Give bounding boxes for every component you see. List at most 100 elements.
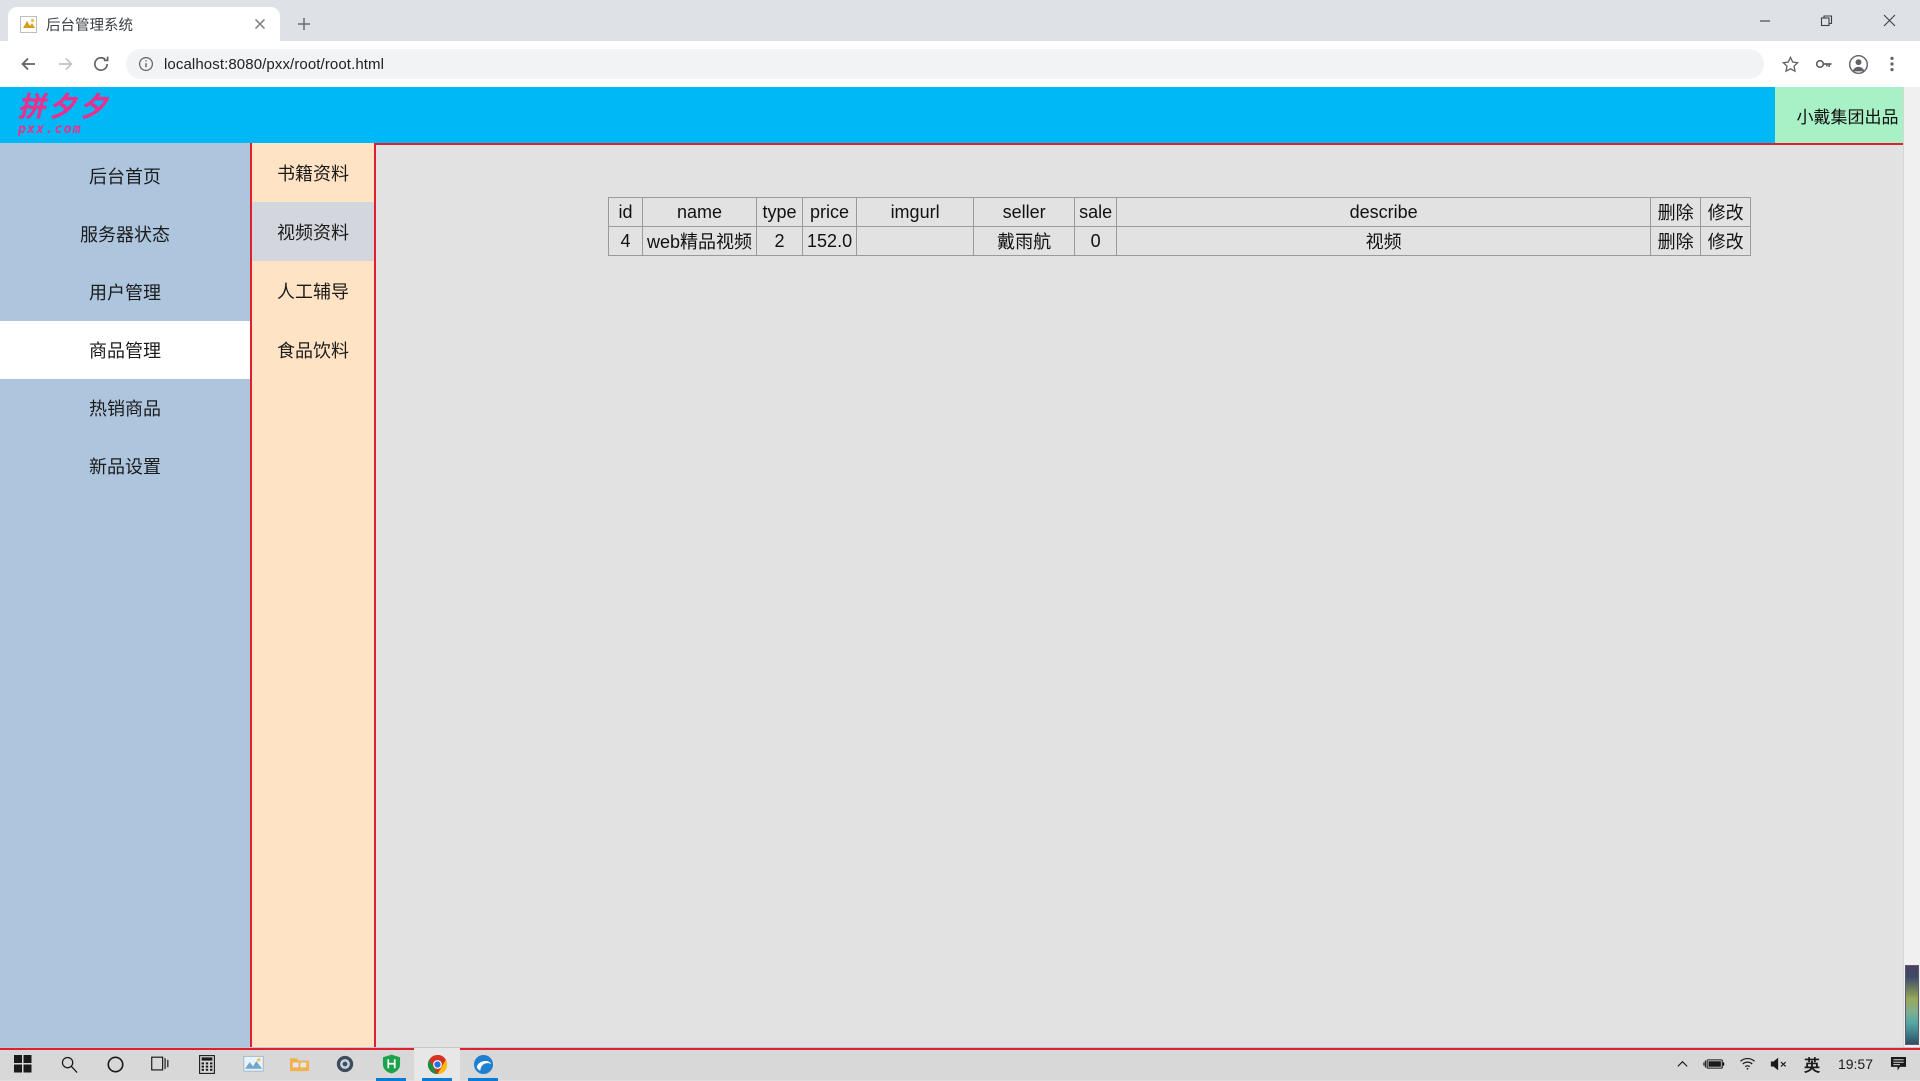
browser-toolbar: localhost:8080/pxx/root/root.html <box>0 41 1920 87</box>
cell-imgurl <box>857 227 974 256</box>
window-controls <box>1734 0 1920 41</box>
subnav-item-label: 食品饮料 <box>277 337 349 363</box>
sidebar-item-new-product-settings[interactable]: 新品设置 <box>0 437 250 495</box>
column-header-id: id <box>609 198 643 227</box>
cell-describe: 视频 <box>1117 227 1651 256</box>
column-header-name: name <box>643 198 757 227</box>
sidebar-item-hot-products[interactable]: 热销商品 <box>0 379 250 437</box>
subnav-item-tutoring[interactable]: 人工辅导 <box>252 261 374 320</box>
ime-indicator[interactable]: 英 <box>1796 1052 1828 1076</box>
cell-type: 2 <box>757 227 803 256</box>
sidebar-item-label: 商品管理 <box>89 337 161 363</box>
column-header-delete: 删除 <box>1651 198 1701 227</box>
secondary-sidebar: 书籍资料 视频资料 人工辅导 食品饮料 <box>250 143 376 1047</box>
column-header-describe: describe <box>1117 198 1651 227</box>
account-avatar-icon[interactable] <box>1842 48 1874 80</box>
gear-icon[interactable] <box>322 1048 368 1081</box>
three-dot-menu-icon[interactable] <box>1876 48 1908 80</box>
sidebar-item-product-management[interactable]: 商品管理 <box>0 321 250 379</box>
edit-button[interactable]: 修改 <box>1701 227 1751 256</box>
system-tray: 英 19:57 <box>1669 1048 1920 1081</box>
page-favicon-icon <box>20 16 37 33</box>
search-icon[interactable] <box>46 1048 92 1081</box>
close-icon[interactable] <box>1858 0 1920 41</box>
subnav-item-food-drink[interactable]: 食品饮料 <box>252 320 374 379</box>
subnav-item-videos[interactable]: 视频资料 <box>252 202 374 261</box>
tab-strip: 后台管理系统 <box>0 0 1920 41</box>
page-viewport: 拼夕夕 pxx.com 小戴集团出品 后台首页 服务器状态 用户管理 <box>0 87 1920 1047</box>
header-badge-label: 小戴集团出品 <box>1797 103 1899 128</box>
page-scrollbar-thumb[interactable] <box>1905 965 1919 1045</box>
browser-window: 后台管理系统 <box>0 0 1920 1047</box>
subnav-item-label: 书籍资料 <box>277 160 349 186</box>
chevron-up-icon[interactable] <box>1669 1048 1696 1081</box>
reload-icon[interactable] <box>84 47 118 81</box>
subnav-item-label: 视频资料 <box>277 219 349 245</box>
site-header: 拼夕夕 pxx.com 小戴集团出品 <box>0 87 1920 143</box>
browser-tab[interactable]: 后台管理系统 <box>8 7 280 41</box>
sidebar-item-label: 热销商品 <box>89 395 161 421</box>
minimize-icon[interactable] <box>1734 0 1796 41</box>
windows-start-icon[interactable] <box>0 1048 46 1081</box>
page-scrollbar[interactable] <box>1903 87 1920 1047</box>
cell-id: 4 <box>609 227 643 256</box>
task-view-icon[interactable] <box>138 1048 184 1081</box>
cell-seller: 戴雨航 <box>974 227 1075 256</box>
edge-icon[interactable] <box>460 1048 506 1081</box>
column-header-seller: seller <box>974 198 1075 227</box>
key-icon[interactable] <box>1808 48 1840 80</box>
header-badge: 小戴集团出品 <box>1775 87 1920 143</box>
column-header-sale: sale <box>1075 198 1117 227</box>
table-head: id name type price imgurl seller sale de… <box>609 198 1751 227</box>
taskbar-running-indicator <box>422 1078 452 1081</box>
sidebar-item-label: 后台首页 <box>89 163 161 189</box>
table-body: 4 web精品视频 2 152.0 戴雨航 0 视频 删除 修改 <box>609 227 1751 256</box>
table-header-row: id name type price imgurl seller sale de… <box>609 198 1751 227</box>
tab-close-icon[interactable] <box>250 14 270 34</box>
arrow-right-icon[interactable] <box>48 47 82 81</box>
battery-charging-icon[interactable] <box>1696 1048 1732 1081</box>
primary-sidebar: 后台首页 服务器状态 用户管理 商品管理 热销商品 新品设置 <box>0 143 250 1047</box>
star-icon[interactable] <box>1774 48 1806 80</box>
column-header-imgurl: imgurl <box>857 198 974 227</box>
cell-sale: 0 <box>1075 227 1117 256</box>
folder-icon[interactable] <box>276 1048 322 1081</box>
photos-icon[interactable] <box>230 1048 276 1081</box>
sidebar-item-user-management[interactable]: 用户管理 <box>0 263 250 321</box>
page-body: 后台首页 服务器状态 用户管理 商品管理 热销商品 新品设置 <box>0 143 1920 1047</box>
notification-icon[interactable] <box>1883 1048 1914 1081</box>
tab-title: 后台管理系统 <box>46 14 241 35</box>
logo-text: 拼夕夕 <box>18 94 210 121</box>
content-area: id name type price imgurl seller sale de… <box>376 143 1920 1047</box>
taskbar-running-indicator <box>376 1078 406 1081</box>
taskbar-running-indicator <box>468 1078 498 1081</box>
delete-button[interactable]: 删除 <box>1651 227 1701 256</box>
subnav-item-label: 人工辅导 <box>277 278 349 304</box>
cell-name: web精品视频 <box>643 227 757 256</box>
logo-domain: pxx.com <box>18 122 210 137</box>
sidebar-item-label: 服务器状态 <box>80 221 170 247</box>
cortana-circle-icon[interactable] <box>92 1048 138 1081</box>
site-logo[interactable]: 拼夕夕 pxx.com <box>0 87 210 143</box>
info-circle-icon[interactable] <box>138 56 154 72</box>
new-tab-button[interactable] <box>289 9 319 39</box>
sidebar-item-server-status[interactable]: 服务器状态 <box>0 205 250 263</box>
sidebar-item-label: 用户管理 <box>89 279 161 305</box>
taskbar-clock[interactable]: 19:57 <box>1828 1056 1883 1072</box>
sidebar-item-label: 新品设置 <box>89 453 161 479</box>
chrome-icon[interactable] <box>414 1048 460 1081</box>
sidebar-item-home[interactable]: 后台首页 <box>0 147 250 205</box>
arrow-left-icon[interactable] <box>12 47 46 81</box>
wifi-icon[interactable] <box>1732 1048 1763 1081</box>
address-bar[interactable]: localhost:8080/pxx/root/root.html <box>126 49 1764 79</box>
column-header-type: type <box>757 198 803 227</box>
table-row: 4 web精品视频 2 152.0 戴雨航 0 视频 删除 修改 <box>609 227 1751 256</box>
calculator-icon[interactable] <box>184 1048 230 1081</box>
volume-muted-icon[interactable] <box>1763 1048 1796 1081</box>
restore-icon[interactable] <box>1796 0 1858 41</box>
windows-taskbar: 英 19:57 <box>0 1047 1920 1080</box>
cell-price: 152.0 <box>803 227 857 256</box>
subnav-item-books[interactable]: 书籍资料 <box>252 143 374 202</box>
hbuilder-icon[interactable] <box>368 1048 414 1081</box>
address-bar-url: localhost:8080/pxx/root/root.html <box>164 56 384 73</box>
